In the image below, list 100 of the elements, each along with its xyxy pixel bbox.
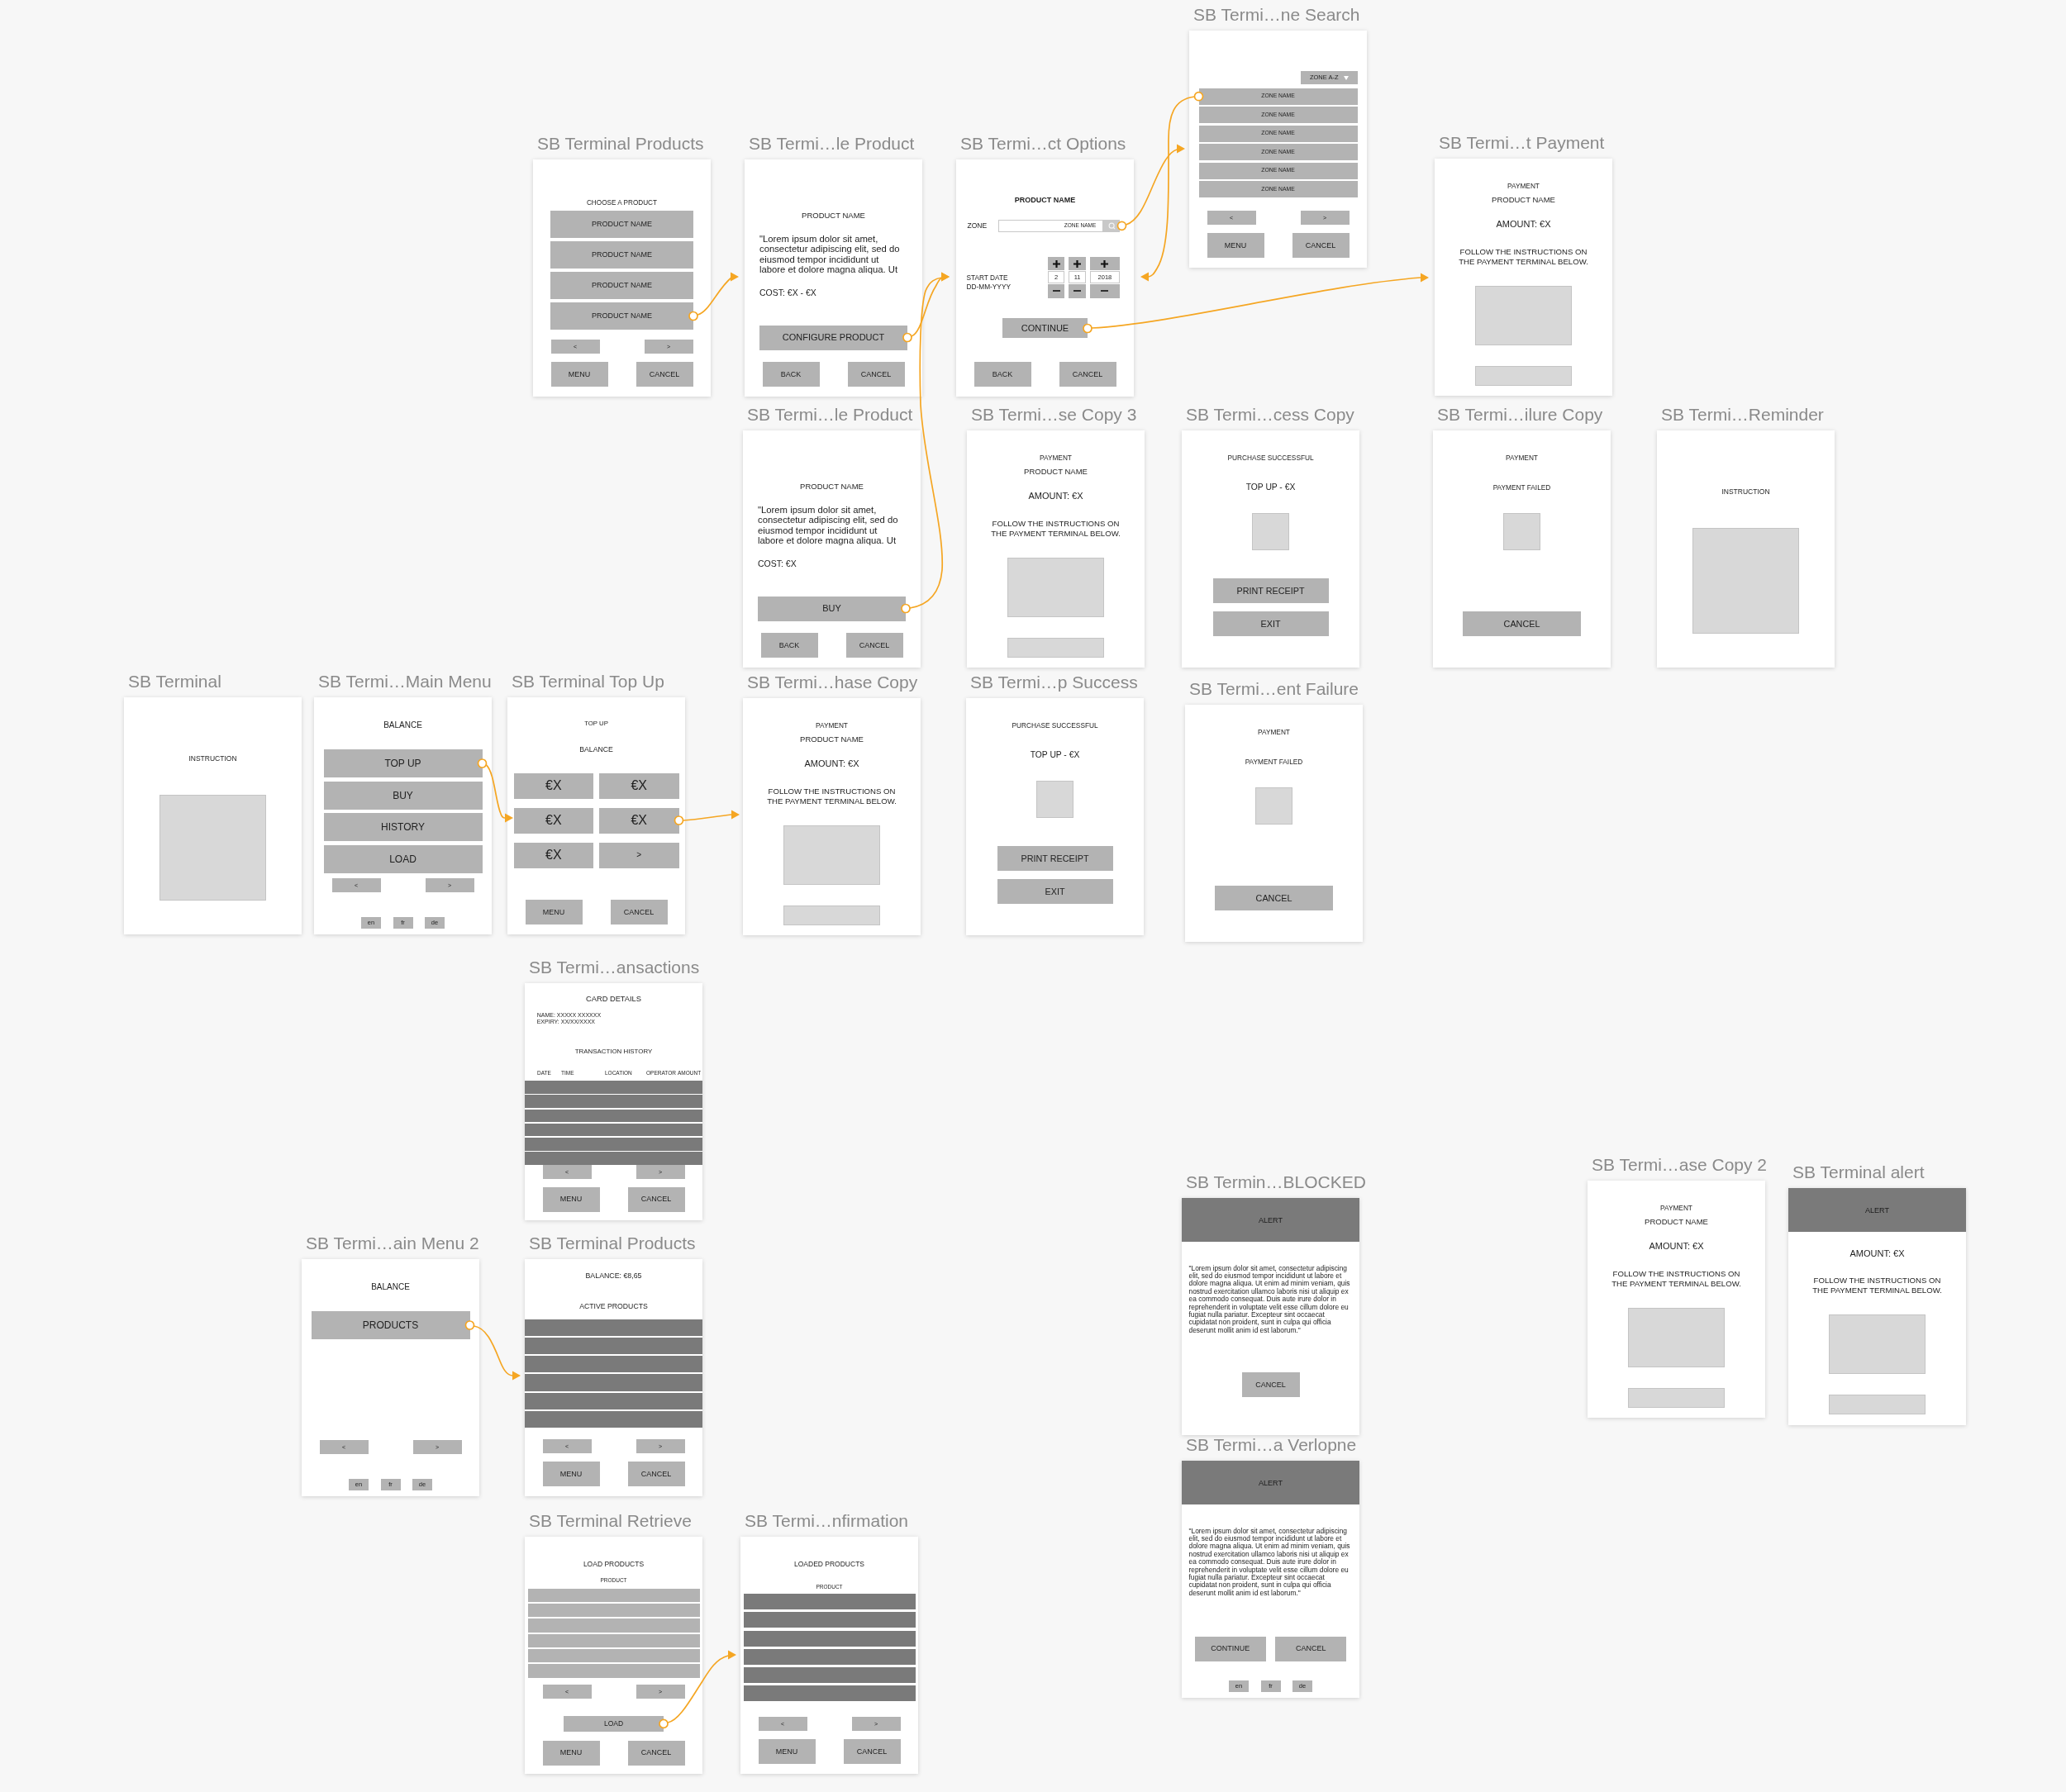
decrement-button[interactable] — [1089, 284, 1120, 298]
menu-item-button[interactable]: PRODUCTS — [311, 1311, 470, 1339]
footer-button[interactable]: MENU — [542, 1462, 600, 1486]
amount-button[interactable]: €X — [513, 772, 594, 799]
increment-button[interactable] — [1069, 257, 1086, 271]
amount-button[interactable]: €X — [598, 807, 679, 834]
heading-text: CARD DETAILS — [585, 994, 642, 1005]
primary-button[interactable]: CONFIGURE PRODUCT — [759, 325, 907, 350]
footer-button[interactable]: CANCEL — [847, 362, 905, 387]
increment-button[interactable] — [1089, 257, 1120, 271]
amount-text: AMOUNT: €X — [1648, 1241, 1705, 1252]
amount-button[interactable]: €X — [598, 772, 679, 799]
menu-item-button[interactable]: HISTORY — [323, 813, 483, 841]
subheading-text: ACTIVE PRODUCTS — [578, 1300, 649, 1311]
action-button[interactable]: PRINT RECEIPT — [997, 846, 1113, 872]
footer-button[interactable]: MENU — [1207, 233, 1264, 258]
product-row[interactable] — [525, 1410, 702, 1428]
decrement-button[interactable] — [1069, 284, 1086, 298]
amount-button[interactable]: €X — [513, 807, 594, 834]
amount-text: AMOUNT: €X — [1495, 219, 1552, 230]
footer-button[interactable]: MENU — [758, 1739, 816, 1764]
product-row[interactable] — [743, 1667, 916, 1684]
product-title: PRODUCT NAME — [1023, 467, 1088, 478]
load-button[interactable]: LOAD — [564, 1715, 664, 1732]
footer-button[interactable]: CANCEL — [1292, 233, 1350, 258]
heading-text: LOAD PRODUCTS — [582, 1559, 645, 1569]
product-row[interactable] — [525, 1392, 702, 1409]
decrement-button[interactable] — [1047, 284, 1065, 298]
status-text: PAYMENT FAILED — [1492, 482, 1552, 492]
date-label: START DATE — [966, 273, 1009, 283]
product-button[interactable]: PRODUCT NAME — [550, 302, 693, 330]
footer-button[interactable]: MENU — [525, 900, 583, 925]
action-button[interactable]: CANCEL — [1463, 611, 1581, 637]
caption-text: PAYMENT — [815, 720, 849, 730]
action-button[interactable]: CANCEL — [1275, 1636, 1347, 1661]
placeholder-box — [1503, 513, 1540, 551]
placeholder-box — [1036, 781, 1073, 819]
action-button[interactable]: CANCEL — [1241, 1372, 1300, 1397]
artboard-title: SB Termi…se Copy 3 — [971, 406, 1138, 424]
artboard-title: SB Termi…ent Failure — [1189, 680, 1360, 698]
message-text: "Lorem ipsum dolor sit amet, consectetur adipiscing elit, sed do eiusmod tempor incididunt ut labore et dolore magna aliqua. Ut enim ad minim veniam, quis nostrud exercitation ullamco laboris nisi ut aliquip ex ea commodo consequat. Duis aute irure dolor in reprehenderit in voluptate velit esse cillum dolore eu fugiat nulla pariatur. Excepteur sint occaecat cupidatat non proident, sunt in culpa qui officia deserunt mollit anim id est laborum." — [1188, 1527, 1351, 1598]
footer-button[interactable]: CANCEL — [627, 1187, 685, 1212]
footer-button[interactable]: CANCEL — [636, 362, 693, 387]
product-row[interactable] — [525, 1319, 702, 1336]
footer-button[interactable]: CANCEL — [845, 633, 903, 658]
product-row[interactable] — [525, 1337, 702, 1355]
artboard-title: SB Termi…hase Copy — [747, 673, 919, 692]
continue-button[interactable]: CONTINUE — [1002, 318, 1088, 339]
artboard-title: SB Terminal Retrieve — [529, 1512, 693, 1530]
alert-title: ALERT — [1259, 1214, 1283, 1225]
menu-item-button[interactable]: BUY — [323, 781, 483, 810]
action-button[interactable]: PRINT RECEIPT — [1212, 578, 1329, 604]
artboard-title: SB Terminal Products — [529, 1234, 697, 1252]
footer-button[interactable]: CANCEL — [610, 900, 668, 925]
product-button[interactable]: PRODUCT NAME — [550, 211, 693, 238]
menu-item-button[interactable]: LOAD — [323, 844, 483, 873]
product-button[interactable]: PRODUCT NAME — [550, 272, 693, 299]
menu-item-button[interactable]: TOP UP — [323, 749, 483, 777]
message-text: "Lorem ipsum dolor sit amet, consectetur adipiscing elit, sed do eiusmod tempor incididunt ut labore et dolore magna aliqua. Ut enim ad minim veniam, quis nostrud exercitation ullamco laboris nisi ut aliquip ex ea commodo consequat. Duis aute irure dolor in reprehenderit in voluptate velit esse cillum dolore eu fugiat nulla pariatur. Excepteur sint occaecat cupidatat non proident, sunt in culpa qui officia deserunt mollit anim id est laborum." — [1188, 1264, 1351, 1335]
description-text: "Lorem ipsum dolor sit amet, consectetur adipiscing elit, sed do eiusmod tempor incididunt ut labore et dolore magna aliqua. Ut — [759, 233, 901, 275]
artboard-title: SB Termi…ain Menu 2 — [306, 1234, 479, 1252]
action-button[interactable]: CANCEL — [1215, 886, 1333, 911]
action-button[interactable]: EXIT — [997, 879, 1113, 905]
product-row[interactable] — [743, 1612, 916, 1628]
action-button[interactable]: EXIT — [1212, 611, 1329, 637]
balance-label: BALANCE — [578, 744, 614, 753]
footer-button[interactable]: CANCEL — [843, 1739, 901, 1764]
action-button[interactable]: CONTINUE — [1194, 1636, 1266, 1661]
footer-button[interactable]: BACK — [762, 362, 820, 387]
product-row[interactable] — [743, 1648, 916, 1665]
product-row[interactable] — [743, 1685, 916, 1702]
footer-button[interactable]: BACK — [760, 633, 818, 658]
amount-button[interactable]: €X — [513, 842, 594, 868]
caption-text: PURCHASE SUCCESSFUL — [1011, 720, 1099, 730]
instructions-text: FOLLOW THE INSTRUCTIONS ON THE PAYMENT TERMINAL BELOW. — [1611, 1268, 1742, 1289]
alert-title: ALERT — [1259, 1477, 1283, 1488]
caption-text: PAYMENT — [1039, 452, 1073, 463]
footer-button[interactable]: MENU — [542, 1740, 600, 1766]
zone-label: ZONE — [967, 221, 988, 231]
footer-button[interactable]: MENU — [542, 1187, 600, 1212]
alert-title: ALERT — [1865, 1205, 1889, 1215]
product-title: PRODUCT NAME — [799, 734, 864, 745]
primary-button[interactable]: BUY — [758, 596, 906, 621]
artboard-title: SB Termi…nfirmation — [745, 1512, 909, 1530]
footer-button[interactable]: CANCEL — [627, 1740, 685, 1766]
product-row[interactable] — [743, 1630, 916, 1647]
product-button[interactable]: PRODUCT NAME — [550, 241, 693, 269]
artboard-title: SB Terminal alert — [1792, 1163, 1926, 1181]
caption-text: PAYMENT — [1257, 726, 1291, 737]
increment-button[interactable] — [1047, 257, 1065, 271]
caption-text: PAYMENT — [1507, 180, 1540, 191]
search-icon — [1107, 221, 1116, 230]
next-button[interactable]: > — [598, 842, 679, 868]
amount-text: AMOUNT: €X — [803, 758, 860, 769]
footer-button[interactable]: CANCEL — [627, 1462, 685, 1486]
footer-button[interactable]: CANCEL — [1059, 362, 1116, 387]
footer-button[interactable]: MENU — [550, 362, 608, 387]
footer-button[interactable]: BACK — [973, 362, 1031, 387]
caret-down-icon — [1343, 75, 1349, 80]
product-row[interactable] — [525, 1356, 702, 1373]
